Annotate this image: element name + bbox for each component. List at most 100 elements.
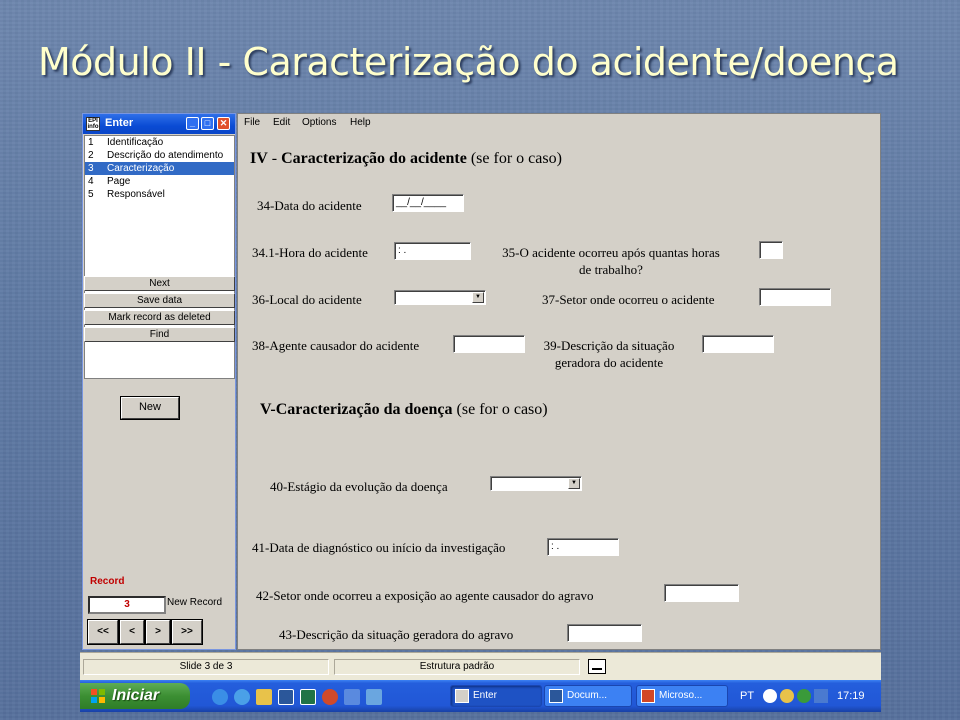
- section-iv-heading: IV - Caracterização do acidente (se for …: [250, 150, 562, 168]
- next-record-button[interactable]: >: [146, 620, 170, 644]
- page-number: 5: [88, 189, 94, 200]
- section-v-heading: V-Caracterização da doença (se for o cas…: [260, 401, 548, 419]
- word-icon: [549, 689, 563, 703]
- q41-date-field[interactable]: : .: [547, 538, 619, 556]
- q37-label: 37-Setor onde ocorreu o acidente: [542, 292, 715, 307]
- q42-sector-field[interactable]: [664, 584, 739, 602]
- page-number: 1: [88, 137, 94, 148]
- minimize-icon[interactable]: _: [186, 117, 199, 130]
- section-title: V-Caracterização da doença: [260, 401, 457, 418]
- new-button[interactable]: New: [121, 397, 179, 419]
- section-title: Caracterização do acidente: [281, 150, 471, 167]
- q37-sector-field[interactable]: [759, 288, 831, 306]
- spelling-mark: [592, 663, 602, 670]
- section-separator: -: [267, 150, 282, 167]
- page-label: Responsável: [107, 189, 165, 200]
- app-icon[interactable]: [344, 689, 360, 705]
- q35-label: 35-O acidente ocorreu após quantas horas…: [502, 245, 720, 277]
- q35-hours-field[interactable]: [759, 241, 783, 259]
- q40-stage-select[interactable]: ▼: [490, 476, 582, 491]
- page-item-4[interactable]: 4 Page: [85, 175, 234, 188]
- mark-deleted-button[interactable]: Mark record as deleted: [84, 310, 235, 325]
- menu-bar: File Edit Options Help: [238, 114, 880, 132]
- taskbar: Iniciar Enter Docum... Microso... PT 17:…: [80, 680, 881, 712]
- enter-window: EPI info Enter _ □ ✕ 1 Identificação 2 Desc…: [82, 113, 236, 650]
- q40-label: 40-Estágio da evolução da doença: [270, 479, 448, 494]
- menu-options[interactable]: Options: [302, 117, 336, 128]
- q38-agent-field[interactable]: [453, 335, 525, 353]
- slide-title: Módulo II - Caracterização do acidente/d…: [38, 40, 899, 84]
- save-data-button[interactable]: Save data: [84, 293, 235, 308]
- browser-icon[interactable]: [234, 689, 250, 705]
- slide-indicator: Slide 3 de 3: [83, 659, 329, 675]
- first-record-button[interactable]: <<: [88, 620, 118, 644]
- section-number: IV: [250, 150, 268, 167]
- q36-label: 36-Local do acidente: [252, 292, 362, 307]
- powerpoint-icon: [641, 689, 655, 703]
- page-list: 1 Identificação 2 Descrição do atendimento…: [84, 135, 235, 379]
- q41-label: 41-Data de diagnóstico ou início da inve…: [252, 540, 506, 555]
- epi-info-icon: EPI info: [86, 117, 100, 131]
- chevron-left-icon[interactable]: [763, 689, 777, 703]
- page-item-2[interactable]: 2 Descrição do atendimento: [85, 149, 234, 162]
- form-window: File Edit Options Help IV - Caracterizaç…: [237, 113, 881, 650]
- epi-info-icon: [455, 689, 469, 703]
- tray-icon-2[interactable]: [797, 689, 811, 703]
- language-indicator[interactable]: PT: [740, 690, 754, 702]
- q34-1-time-field[interactable]: : .: [394, 242, 471, 260]
- find-button[interactable]: Find: [84, 327, 235, 342]
- last-record-button[interactable]: >>: [172, 620, 202, 644]
- page-label: Identificação: [107, 137, 164, 148]
- page-number: 3: [88, 163, 94, 174]
- menu-file[interactable]: File: [244, 117, 260, 128]
- task-powerpoint[interactable]: Microso...: [636, 685, 728, 707]
- q34-label: 34-Data do acidente: [257, 198, 362, 213]
- page-label: Caracterização: [107, 163, 175, 174]
- tray-icon-3[interactable]: [814, 689, 828, 703]
- task-document[interactable]: Docum...: [544, 685, 632, 707]
- q43-description-field[interactable]: [567, 624, 642, 642]
- new-record-label: New Record: [167, 597, 223, 608]
- page-item-5[interactable]: 5 Responsável: [85, 188, 234, 201]
- task-label: Docum...: [567, 690, 608, 701]
- menu-edit[interactable]: Edit: [273, 117, 290, 128]
- q34-date-field[interactable]: __/__/____: [392, 194, 464, 212]
- enter-titlebar[interactable]: EPI info Enter _ □ ✕: [83, 114, 235, 134]
- window-title: Enter: [105, 117, 134, 129]
- spelling-icon[interactable]: [588, 659, 606, 674]
- maximize-icon[interactable]: □: [201, 117, 214, 130]
- section-note: (se for o caso): [456, 401, 548, 418]
- q34-1-label: 34.1-Hora do acidente: [252, 245, 368, 260]
- q39-description-field[interactable]: [702, 335, 774, 353]
- dropdown-arrow-icon[interactable]: ▼: [568, 478, 580, 489]
- q36-location-select[interactable]: ▼: [394, 290, 486, 305]
- status-bar: Slide 3 de 3 Estrutura padrão: [80, 652, 881, 680]
- start-button[interactable]: Iniciar: [80, 683, 190, 709]
- page-number: 4: [88, 176, 94, 187]
- start-label: Iniciar: [112, 687, 160, 704]
- internet-explorer-icon[interactable]: [212, 689, 228, 705]
- dropdown-arrow-icon[interactable]: ▼: [472, 292, 484, 303]
- page-label: Descrição do atendimento: [107, 150, 224, 161]
- folder-icon[interactable]: [256, 689, 272, 705]
- page-item-3[interactable]: 3 Caracterização: [85, 162, 234, 175]
- page-item-1[interactable]: 1 Identificação: [85, 136, 234, 149]
- desktop-icon[interactable]: [366, 689, 382, 705]
- q42-label: 42-Setor onde ocorreu a exposição ao age…: [256, 588, 594, 603]
- record-number-field[interactable]: 3: [88, 596, 166, 614]
- excel-icon[interactable]: [300, 689, 316, 705]
- task-label: Enter: [473, 690, 497, 701]
- word-icon[interactable]: [278, 689, 294, 705]
- prev-record-button[interactable]: <: [120, 620, 144, 644]
- menu-help[interactable]: Help: [350, 117, 371, 128]
- next-button[interactable]: Next: [84, 276, 235, 291]
- windows-logo-icon: [91, 689, 105, 703]
- record-label: Record: [90, 576, 125, 587]
- page-label: Page: [107, 176, 131, 187]
- tray-icon-1[interactable]: [780, 689, 794, 703]
- form-area: IV - Caracterização do acidente (se for …: [239, 133, 879, 648]
- task-enter[interactable]: Enter: [450, 685, 542, 707]
- close-icon[interactable]: ✕: [217, 117, 230, 130]
- messenger-icon[interactable]: [322, 689, 338, 705]
- design-indicator: Estrutura padrão: [334, 659, 580, 675]
